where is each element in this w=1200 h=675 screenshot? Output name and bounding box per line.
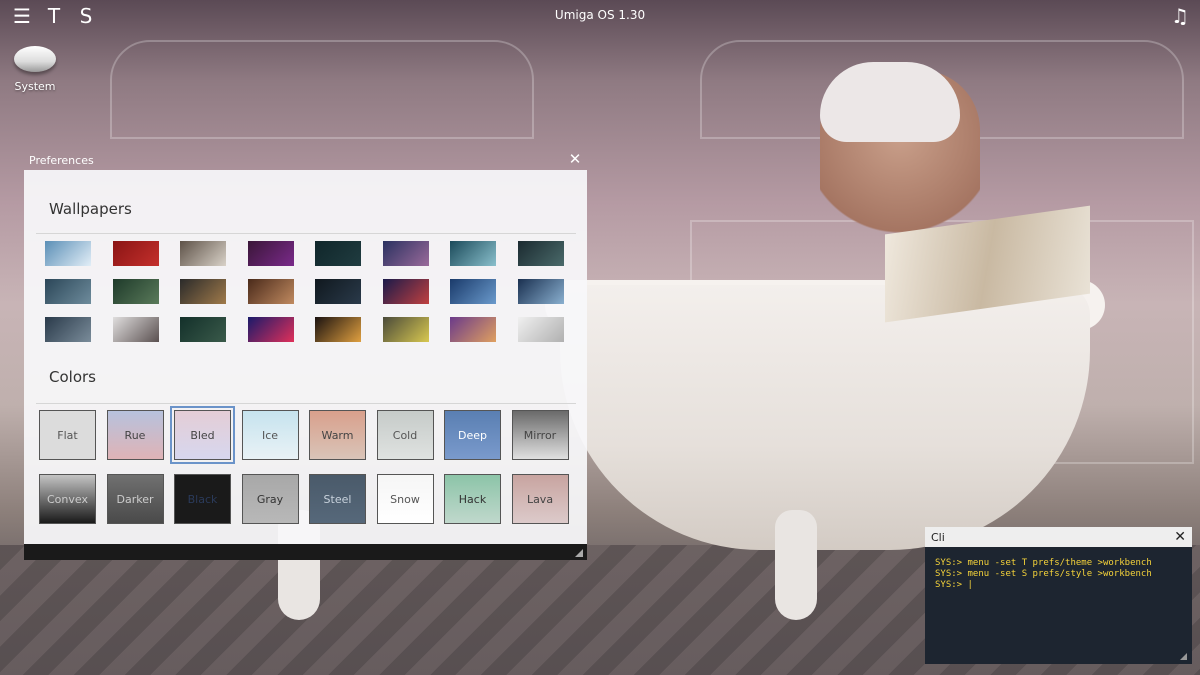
color-swatch-label: Flat [57, 428, 78, 442]
wallpaper-thumbnail[interactable] [180, 317, 226, 342]
wallpaper-thumbnail[interactable] [315, 241, 361, 266]
color-swatch-label: Black [187, 492, 218, 506]
color-swatch-label: Lava [526, 492, 554, 506]
wallpaper-thumbnail[interactable] [45, 279, 91, 304]
color-swatch-lava[interactable]: Lava [511, 474, 569, 524]
color-swatch-mirror[interactable]: Mirror [511, 410, 569, 460]
colors-heading: Colors [49, 368, 96, 386]
bathtub-foot [775, 510, 817, 620]
color-swatch-deep[interactable]: Deep [444, 410, 501, 460]
wallpaper-thumbnail[interactable] [45, 241, 91, 266]
color-swatch-warm[interactable]: Warm [309, 410, 366, 460]
wallpaper-thumbnail[interactable] [315, 279, 361, 304]
color-swatch-cold[interactable]: Cold [376, 410, 434, 460]
wallpaper-thumbnail[interactable] [247, 241, 294, 266]
color-swatch-label: Ice [261, 428, 279, 442]
color-swatch-rue[interactable]: Rue [106, 410, 164, 460]
color-swatch-label: Deep [458, 428, 487, 442]
color-swatch-label: Rue [124, 428, 146, 442]
cli-line: SYS:> menu -set T prefs/theme >workbench [935, 558, 1152, 568]
preferences-window: Wallpapers Colors Flat Rue Bled Ice Warm Cold… [24, 170, 587, 544]
color-swatch-label: Convex [47, 492, 88, 506]
wallpaper-thumbnail[interactable] [517, 317, 564, 342]
cli-line: SYS:> menu -set S prefs/style >workbench [935, 569, 1152, 579]
color-swatch-label: Mirror [523, 428, 557, 442]
resize-grip-icon[interactable] [1180, 653, 1187, 660]
wallpaper-thumbnail[interactable] [382, 279, 429, 304]
divider [36, 233, 576, 234]
cli-window: Cli ✕ SYS:> menu -set T prefs/theme >wor… [925, 527, 1192, 664]
divider [36, 403, 576, 404]
music-note-icon[interactable]: ♫ [1168, 4, 1192, 28]
wallpaper-thumbnail[interactable] [450, 317, 496, 342]
wallpapers-heading: Wallpapers [49, 200, 132, 218]
wallpaper-thumbnail[interactable] [450, 241, 496, 266]
wallpaper-thumbnail[interactable] [315, 317, 361, 342]
color-swatch-label: Gray [256, 492, 284, 506]
cli-titlebar[interactable]: Cli ✕ [925, 527, 1192, 547]
color-swatch-label: Cold [392, 428, 418, 442]
menubar: ☰ T S Umiga OS 1.30 ♫ [0, 0, 1200, 32]
color-swatch-label: Warm [321, 428, 354, 442]
color-swatch-convex[interactable]: Convex [39, 474, 96, 524]
desktop-icon-label: System [14, 80, 56, 93]
os-title: Umiga OS 1.30 [554, 8, 646, 22]
close-icon[interactable]: ✕ [567, 151, 583, 167]
color-swatch-steel[interactable]: Steel [309, 474, 366, 524]
color-swatch-ice[interactable]: Ice [241, 410, 299, 460]
color-swatch-snow[interactable]: Snow [376, 474, 434, 524]
color-swatch-label: Bled [190, 428, 215, 442]
wallpaper-thumbnail[interactable] [247, 279, 294, 304]
preferences-title: Preferences [29, 154, 94, 167]
wallpaper-thumbnail[interactable] [517, 241, 564, 266]
preferences-titlebar[interactable]: Preferences ✕ [24, 150, 587, 170]
close-icon[interactable]: ✕ [1174, 529, 1186, 545]
color-swatch-label: Steel [323, 492, 352, 506]
bathtub [560, 285, 1090, 550]
cli-title: Cli [931, 531, 945, 544]
color-swatch-bled[interactable]: Bled [170, 406, 235, 464]
color-swatch-label: Snow [390, 492, 420, 506]
cli-line: SYS:> | [935, 580, 973, 590]
wallpaper-thumbnail[interactable] [382, 241, 429, 266]
color-swatch-darker[interactable]: Darker [106, 474, 164, 524]
color-swatch-black[interactable]: Black [174, 474, 231, 524]
color-swatch-gray[interactable]: Gray [241, 474, 299, 524]
wallpaper-thumbnail[interactable] [382, 317, 429, 342]
wallpaper-thumbnail[interactable] [517, 279, 564, 304]
resize-grip-icon[interactable] [575, 549, 583, 557]
wallpaper-thumbnail[interactable] [247, 317, 294, 342]
color-swatch-hack[interactable]: Hack [444, 474, 501, 524]
wallpaper-thumbnail[interactable] [112, 279, 159, 304]
drive-icon [14, 46, 56, 72]
color-swatch-label: Darker [116, 492, 154, 506]
preferences-footer [24, 544, 587, 560]
wallpaper-thumbnail[interactable] [45, 317, 91, 342]
wallpaper-thumbnail[interactable] [112, 241, 159, 266]
color-swatch-label: Hack [458, 492, 487, 506]
wallpaper-thumbnail[interactable] [180, 279, 226, 304]
desktop-icon-system[interactable]: System [8, 46, 62, 93]
wall-panel-decoration [110, 40, 534, 139]
wallpaper-thumbnail[interactable] [112, 317, 159, 342]
cli-output[interactable]: SYS:> menu -set T prefs/theme >workbench… [925, 547, 1192, 591]
wallpaper-thumbnail[interactable] [450, 279, 496, 304]
wallpaper-thumbnail[interactable] [180, 241, 226, 266]
towel [820, 62, 960, 142]
color-swatch-flat[interactable]: Flat [39, 410, 96, 460]
